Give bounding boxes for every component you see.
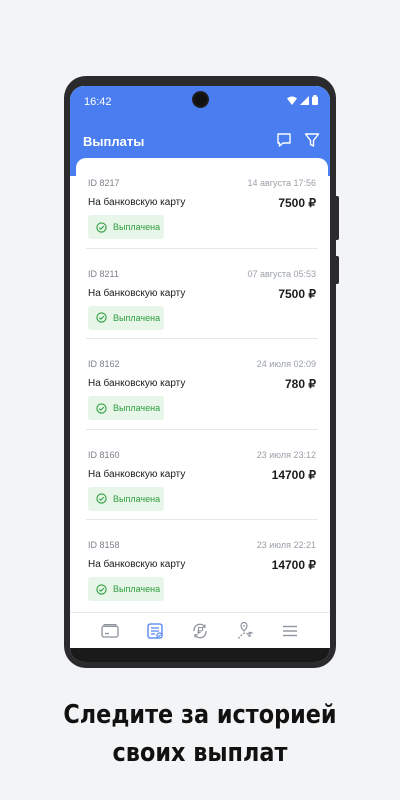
payout-date: 23 июля 23:12 <box>256 449 316 460</box>
signal-icon <box>300 95 309 105</box>
status-badge: Выплачена <box>88 215 164 239</box>
payout-amount: 14700 ₽ <box>271 467 316 482</box>
payout-date: 24 июля 02:09 <box>256 359 316 370</box>
status-badge: Выплачена <box>88 305 164 330</box>
payout-method: На банковскую карту <box>88 559 186 571</box>
check-circle-icon <box>96 312 107 323</box>
payout-amount: 780 ₽ <box>285 377 316 392</box>
caption-line-1: Следите за историей <box>63 700 337 730</box>
check-circle-icon <box>96 493 107 504</box>
payout-card[interactable]: ID 8160 23 июля 23:12 На банковскую карт… <box>86 430 318 521</box>
battery-icon <box>312 95 318 105</box>
status-label: Выплачена <box>113 403 161 414</box>
system-nav-bar <box>70 648 330 662</box>
ruble-exchange-icon[interactable] <box>189 620 211 642</box>
payout-amount: 7500 ₽ <box>278 286 316 301</box>
caption-line-2: своих выплат <box>112 738 288 768</box>
status-time: 16:42 <box>84 96 112 108</box>
bottom-nav <box>70 612 330 648</box>
status-label: Выплачена <box>113 312 161 323</box>
check-circle-icon <box>96 403 107 414</box>
phone-frame: 16:42 Выплаты ID 8217 14 августа 17:56 Н… <box>64 76 339 668</box>
payout-card[interactable]: ID 8217 14 августа 17:56 На банковскую к… <box>86 158 318 249</box>
payout-date: 07 августа 05:53 <box>247 268 316 279</box>
payout-list-icon[interactable] <box>144 620 166 642</box>
chat-icon[interactable] <box>274 130 294 150</box>
payout-card[interactable]: ID 8211 07 августа 05:53 На банковскую к… <box>86 249 318 340</box>
status-label: Выплачена <box>113 222 161 232</box>
status-badge: Выплачена <box>88 486 164 511</box>
page-title: Выплаты <box>83 134 145 149</box>
payout-method: На банковскую карту <box>88 378 186 390</box>
wifi-icon <box>287 96 297 105</box>
card-icon[interactable] <box>99 620 121 642</box>
location-icon[interactable] <box>234 620 256 642</box>
volume-button <box>336 196 339 240</box>
payout-id: ID 8211 <box>88 268 119 279</box>
status-icons <box>287 95 318 105</box>
status-badge: Выплачена <box>88 396 164 421</box>
status-label: Выплачена <box>113 493 161 504</box>
payout-method: На банковскую карту <box>88 287 186 299</box>
payout-card[interactable]: ID 8162 24 июля 02:09 На банковскую карт… <box>86 339 318 430</box>
payout-method: На банковскую карту <box>88 468 186 480</box>
payout-id: ID 8158 <box>88 540 120 551</box>
payout-amount: 7500 ₽ <box>278 196 316 210</box>
payout-date: 23 июля 22:21 <box>256 540 316 551</box>
check-circle-icon <box>96 221 107 233</box>
payout-id: ID 8217 <box>88 178 120 188</box>
payout-list[interactable]: ID 8217 14 августа 17:56 На банковскую к… <box>76 158 328 612</box>
payout-date: 14 августа 17:56 <box>247 178 316 188</box>
status-bar: 16:42 <box>70 86 330 114</box>
status-badge: Выплачена <box>88 577 164 602</box>
front-camera <box>194 93 207 106</box>
payout-id: ID 8160 <box>88 449 120 460</box>
status-label: Выплачена <box>113 584 161 595</box>
filter-icon[interactable] <box>302 130 322 150</box>
payout-method: На банковскую карту <box>88 197 186 208</box>
check-circle-icon <box>96 584 107 595</box>
payout-card[interactable]: ID 8158 23 июля 22:21 На банковскую карт… <box>86 520 318 610</box>
promo-caption: Следите за историей своих выплат <box>28 696 372 772</box>
power-button <box>336 256 339 284</box>
menu-icon[interactable] <box>279 620 301 642</box>
payout-amount: 14700 ₽ <box>271 558 316 573</box>
phone-screen: 16:42 Выплаты ID 8217 14 августа 17:56 Н… <box>70 86 330 662</box>
payout-id: ID 8162 <box>88 359 120 370</box>
